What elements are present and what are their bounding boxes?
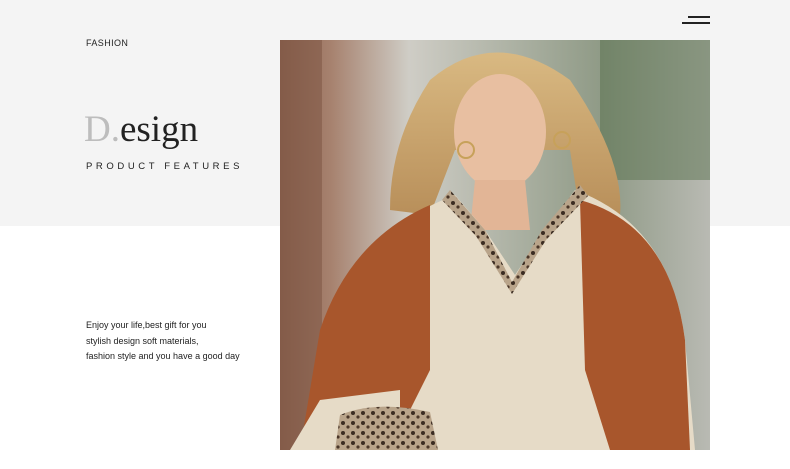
menu-line-long (682, 22, 710, 24)
description-line: stylish design soft materials, (86, 335, 199, 346)
title-rest: esign (119, 109, 199, 150)
description-line: Enjoy your life,best gift for you (86, 320, 207, 330)
menu-line-short (688, 16, 710, 18)
menu-icon[interactable] (682, 14, 710, 26)
category-label: FASHION (86, 38, 129, 48)
foliage (600, 40, 710, 180)
product-photo (280, 40, 710, 450)
title-initial: D. (84, 109, 120, 150)
description-line: fashion style and you have a good day (86, 351, 240, 361)
product-description: Enjoy your life,best gift for you stylis… (86, 318, 276, 365)
product-features-subtitle: PRODUCT FEATURES (86, 161, 244, 172)
design-title: D.esign (84, 108, 198, 152)
